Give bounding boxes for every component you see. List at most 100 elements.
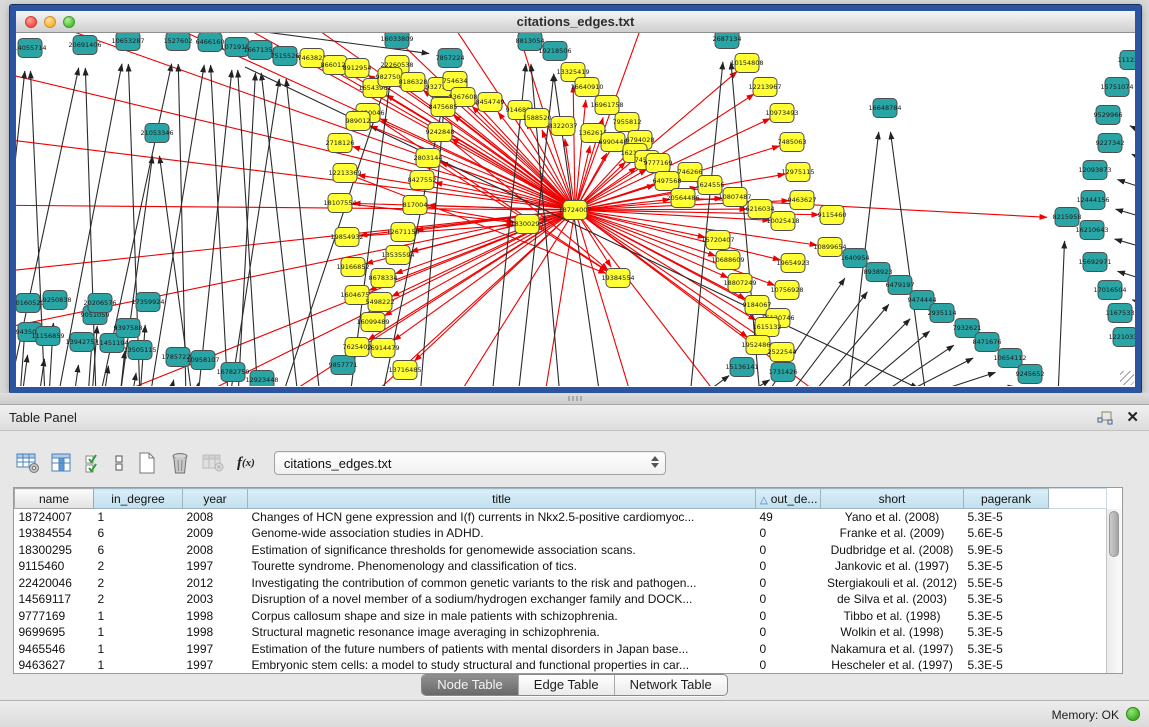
edge[interactable] [132, 373, 136, 386]
graph-node[interactable]: 9777169 [644, 154, 673, 173]
graph-node[interactable]: 2803144 [414, 149, 443, 168]
graph-node[interactable]: 13716485 [388, 361, 421, 380]
graph-node[interactable]: 1731426 [769, 363, 798, 382]
graph-node[interactable]: 8912954 [343, 59, 372, 78]
graph-node[interactable]: 15751074 [1100, 78, 1133, 97]
graph-node[interactable]: 16099489 [356, 313, 389, 332]
graph-node[interactable]: 15692971 [1078, 253, 1111, 272]
window-resize-grip[interactable] [1120, 371, 1134, 385]
graph-node[interactable]: 10899654 [813, 238, 846, 257]
selected-edge[interactable] [583, 209, 747, 210]
select-rows-checklist-button[interactable] [84, 452, 102, 474]
graph-node[interactable]: 9115460 [818, 206, 847, 225]
edge[interactable] [897, 358, 973, 386]
edge[interactable] [261, 73, 298, 386]
selected-edge[interactable] [582, 169, 647, 206]
graph-node[interactable]: 12213369 [328, 164, 361, 183]
tab-node-table[interactable]: Node Table [422, 675, 518, 695]
column-header-year[interactable]: year [183, 489, 248, 509]
table-row[interactable]: 977716911998Corpus callosum shape and si… [15, 608, 1107, 625]
edge[interactable] [1116, 209, 1135, 219]
edge[interactable] [700, 376, 729, 386]
graph-node[interactable]: 2718126 [326, 134, 355, 153]
table-row[interactable]: 1872400712008Changes of HCN gene express… [15, 509, 1107, 526]
graph-node[interactable]: 16914479 [366, 339, 399, 358]
graph-node[interactable]: 18107554 [323, 194, 356, 213]
graph-node[interactable]: 1527602 [164, 33, 193, 51]
panel-splitter[interactable] [0, 393, 1149, 404]
float-panel-icon[interactable] [1097, 411, 1113, 425]
graph-node[interactable]: 16210643 [1075, 221, 1108, 240]
graph-node[interactable]: 10756928 [770, 281, 803, 300]
graph-node[interactable]: 2935114 [928, 304, 957, 323]
graph-node[interactable]: 9857771 [329, 356, 358, 375]
column-header-in_degree[interactable]: in_degree [94, 489, 183, 509]
tab-network-table[interactable]: Network Table [614, 675, 727, 695]
tab-edge-table[interactable]: Edge Table [518, 675, 614, 695]
graph-node[interactable]: 13942757 [65, 333, 98, 352]
selected-edge[interactable] [573, 85, 575, 202]
graph-node[interactable]: 19854932 [330, 228, 363, 247]
graph-node[interactable]: 20564486 [666, 189, 699, 208]
citation-network-graph[interactable]: 1405571420691406106532871527602646616010… [16, 33, 1135, 386]
graph-node[interactable]: 16640910 [570, 78, 603, 97]
edge[interactable] [742, 380, 770, 386]
edge[interactable] [1132, 154, 1135, 163]
graph-node[interactable]: 8475685 [429, 98, 458, 117]
edge[interactable] [1058, 241, 1065, 386]
graph-node[interactable]: 9227342 [1096, 134, 1125, 153]
graph-node[interactable]: 16961758 [590, 96, 623, 115]
graph-node[interactable]: 12671150 [386, 223, 419, 242]
graph-node[interactable]: 6497568 [653, 172, 682, 191]
graph-node[interactable]: 19166852 [336, 258, 369, 277]
function-builder-button[interactable]: f(x) [237, 455, 255, 472]
graph-node[interactable]: 15136141 [725, 358, 758, 377]
graph-node[interactable]: 17016504 [1093, 281, 1126, 300]
graph-node[interactable]: 12213967 [748, 78, 781, 97]
graph-node[interactable]: 10025418 [766, 212, 799, 231]
table-panel-header[interactable]: Table Panel ✕ [0, 405, 1149, 431]
graph-node[interactable]: 10653287 [111, 33, 144, 51]
graph-node[interactable]: 7955812 [613, 113, 642, 132]
graph-node[interactable]: 1112304 [1118, 51, 1135, 70]
graph-node-hub[interactable]: 18724007 [558, 201, 591, 220]
table-row[interactable]: 911546021997Tourette syndrome. Phenomeno… [15, 558, 1107, 575]
table-row[interactable]: 1938455462009Genome-wide association stu… [15, 525, 1107, 542]
window-titlebar[interactable]: citations_edges.txt [16, 11, 1135, 33]
edge[interactable] [195, 383, 198, 386]
table-row[interactable]: 946362711997Embryonic stem cells: a mode… [15, 657, 1107, 674]
close-panel-icon[interactable]: ✕ [1126, 411, 1139, 425]
graph-node[interactable]: 8678334 [369, 269, 398, 288]
graph-node[interactable]: 8471676 [973, 333, 1002, 352]
graph-node[interactable]: 1167533 [1106, 304, 1135, 323]
graph-node[interactable]: 8454749 [476, 93, 505, 112]
graph-node[interactable]: 9397588 [114, 319, 143, 338]
graph-node[interactable]: 19250838 [38, 291, 71, 310]
graph-node[interactable]: 18807249 [723, 274, 756, 293]
table-row[interactable]: 946554611997Estimation of the future num… [15, 641, 1107, 658]
graph-node[interactable]: 1624556 [696, 176, 725, 195]
column-header-short[interactable]: short [821, 489, 964, 509]
graph-node[interactable]: 6479197 [886, 276, 915, 295]
graph-node[interactable]: 6216034 [746, 200, 775, 219]
graph-node[interactable]: 20206576 [83, 294, 116, 313]
table-select-dropdown[interactable]: citations_edges.txt [274, 451, 666, 475]
graph-node[interactable]: 1588520 [523, 109, 552, 128]
graph-node[interactable]: 21053346 [140, 124, 173, 143]
graph-node[interactable]: 20691406 [68, 36, 101, 55]
graph-node[interactable]: 1640954 [841, 249, 870, 268]
graph-node[interactable]: 10688609 [711, 251, 744, 270]
graph-node[interactable]: 9529966 [1094, 106, 1123, 125]
graph-node[interactable]: 7857224 [436, 49, 465, 68]
edge[interactable] [690, 62, 723, 386]
edge[interactable] [1115, 239, 1135, 249]
edge[interactable] [170, 380, 174, 386]
graph-node[interactable]: 11156859 [31, 327, 64, 346]
graph-node[interactable]: 13505115 [123, 341, 156, 360]
graph-node[interactable]: 9242848 [426, 123, 455, 142]
graph-node[interactable]: 17359924 [131, 293, 164, 312]
column-header-title[interactable]: title [248, 489, 756, 509]
column-settings-button[interactable] [16, 452, 40, 474]
edge[interactable] [150, 65, 204, 386]
edge[interactable] [211, 65, 228, 386]
